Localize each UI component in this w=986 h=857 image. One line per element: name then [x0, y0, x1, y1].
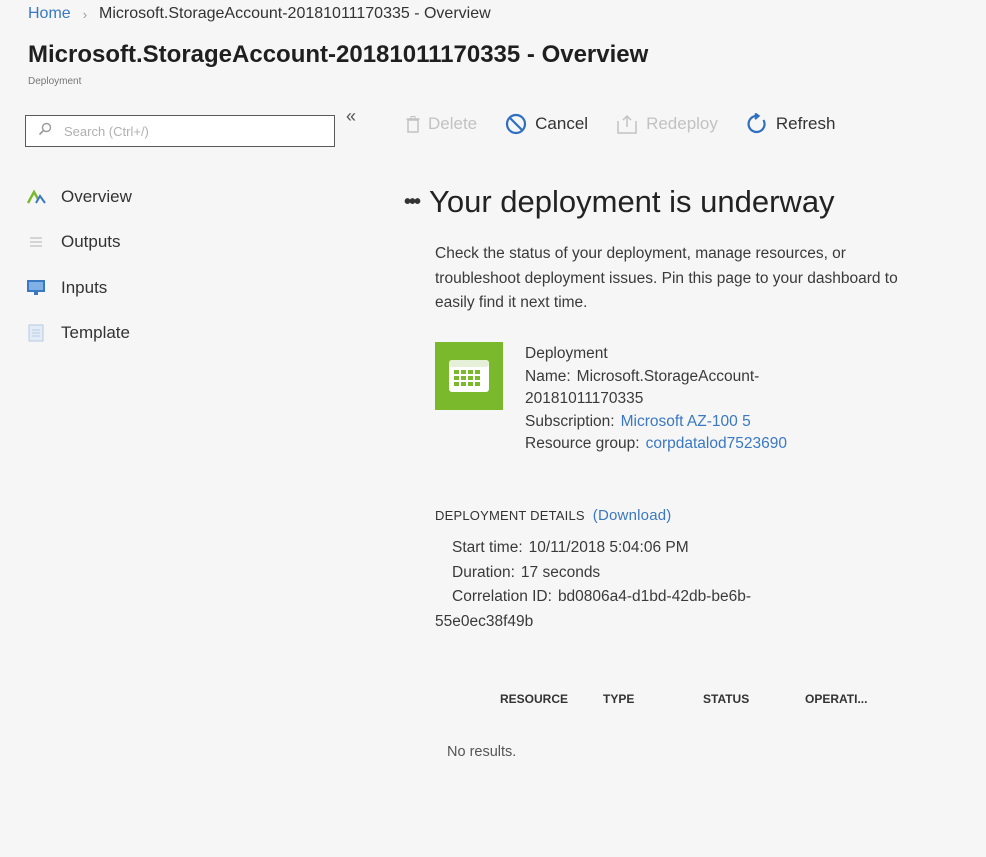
status-description: Check the status of your deployment, man… — [435, 245, 898, 311]
search-icon — [38, 122, 52, 141]
breadcrumb: Home › Microsoft.StorageAccount-20181011… — [28, 5, 491, 23]
refresh-button[interactable]: Refresh — [746, 113, 836, 135]
start-time-value: 10/11/2018 5:04:06 PM — [528, 539, 689, 556]
subscription-label: Subscription: — [525, 412, 615, 430]
inputs-icon — [25, 277, 47, 299]
page-title: Microsoft.StorageAccount-20181011170335 … — [28, 41, 649, 68]
duration-value: 17 seconds — [520, 563, 601, 581]
search-input[interactable] — [64, 123, 314, 139]
resources-table-header: RESOURCE TYPE STATUS OPERATI... — [500, 692, 867, 706]
column-header-type[interactable]: TYPE — [603, 692, 703, 706]
command-bar: Delete Cancel Redeploy Refresh — [406, 110, 835, 138]
breadcrumb-separator: › — [82, 6, 88, 22]
column-header-status[interactable]: STATUS — [703, 692, 805, 706]
deployment-label: Deployment — [525, 345, 608, 362]
download-link[interactable]: (Download) — [593, 507, 672, 524]
delete-button[interactable]: Delete — [406, 114, 477, 134]
correlation-id-value: bd0806a4-d1bd-42db-be6b- — [557, 588, 751, 605]
overview-icon — [25, 186, 47, 208]
correlation-id-value-continued: 55e0ec38f49b — [435, 612, 534, 630]
redeploy-button[interactable]: Redeploy — [616, 114, 718, 134]
outputs-icon — [25, 231, 47, 253]
name-label: Name: — [525, 367, 571, 385]
deployment-status-heading: ••• Your deployment is underway — [404, 184, 835, 220]
sidebar-item-inputs[interactable]: Inputs — [25, 265, 345, 311]
resource-group-link[interactable]: corpdatalod7523690 — [646, 435, 787, 452]
collapse-menu-button[interactable]: « — [346, 106, 356, 127]
page-subtitle: Deployment — [28, 76, 82, 87]
upload-icon — [616, 114, 638, 134]
name-value-continued: 20181011170335 — [525, 390, 644, 407]
resource-group-label: Resource group: — [525, 435, 640, 452]
breadcrumb-current: Microsoft.StorageAccount-20181011170335 … — [99, 5, 491, 22]
refresh-label: Refresh — [775, 114, 836, 133]
name-value: Microsoft.StorageAccount- — [576, 367, 760, 385]
deployment-info: Deployment Name: Microsoft.StorageAccount… — [525, 343, 787, 456]
column-header-operation[interactable]: OPERATI... — [805, 692, 867, 706]
delete-label: Delete — [428, 114, 478, 133]
template-icon — [25, 322, 47, 344]
redeploy-label: Redeploy — [646, 114, 718, 133]
sidebar-item-outputs[interactable]: Outputs — [25, 220, 345, 266]
in-progress-icon: ••• — [404, 190, 421, 213]
sidebar-item-overview[interactable]: Overview — [25, 174, 345, 220]
deployment-details: Start time: 10/11/2018 5:04:06 PM Duratio… — [435, 536, 751, 634]
cancel-button[interactable]: Cancel — [505, 113, 588, 135]
sidebar-item-label: Overview — [61, 186, 132, 206]
start-time-label: Start time: — [452, 539, 523, 556]
cancel-label: Cancel — [535, 114, 589, 133]
sidebar-nav: Overview Outputs Inputs Template — [25, 174, 345, 356]
trash-icon — [406, 115, 420, 133]
sidebar-item-template[interactable]: Template — [25, 311, 345, 357]
details-heading-text: DEPLOYMENT DETAILS — [435, 508, 585, 523]
empty-table-message: No results. — [447, 744, 517, 760]
deployment-details-heading: DEPLOYMENT DETAILS (Download) — [435, 507, 671, 524]
sidebar-item-label: Inputs — [61, 277, 108, 297]
column-header-resource[interactable]: RESOURCE — [500, 692, 603, 706]
status-heading-text: Your deployment is underway — [429, 184, 835, 219]
subscription-link[interactable]: Microsoft AZ-100 5 — [621, 413, 751, 430]
deployment-icon — [435, 342, 503, 410]
breadcrumb-home-link[interactable]: Home — [28, 5, 71, 23]
refresh-icon — [746, 113, 768, 135]
correlation-id-label: Correlation ID: — [452, 588, 552, 605]
duration-label: Duration: — [452, 563, 515, 581]
sidebar-item-label: Template — [61, 323, 130, 343]
cancel-icon — [505, 113, 527, 135]
search-box — [25, 115, 335, 147]
sidebar-item-label: Outputs — [61, 232, 121, 252]
